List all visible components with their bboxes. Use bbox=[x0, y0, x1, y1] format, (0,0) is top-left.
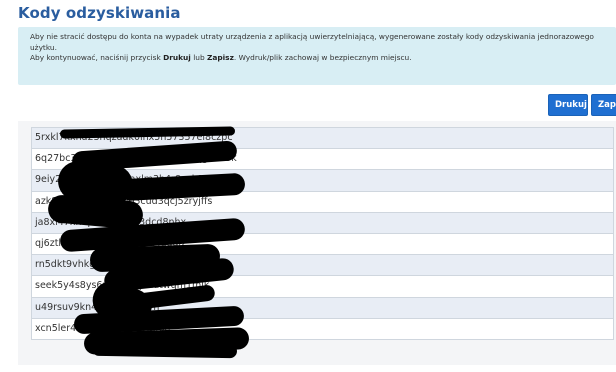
info-alert: Aby nie stracić dostępu do konta na wypa… bbox=[18, 27, 616, 85]
save-button[interactable]: Zapisz bbox=[591, 94, 616, 116]
alert-line-2: Aby kontynuować, naciśnij przycisk Druku… bbox=[30, 53, 412, 62]
alert-line-1: Aby nie stracić dostępu do konta na wypa… bbox=[30, 32, 594, 52]
print-button[interactable]: Drukuj bbox=[548, 94, 588, 116]
redaction-mark bbox=[91, 341, 238, 359]
page-title: Kody odzyskiwania bbox=[18, 4, 181, 22]
